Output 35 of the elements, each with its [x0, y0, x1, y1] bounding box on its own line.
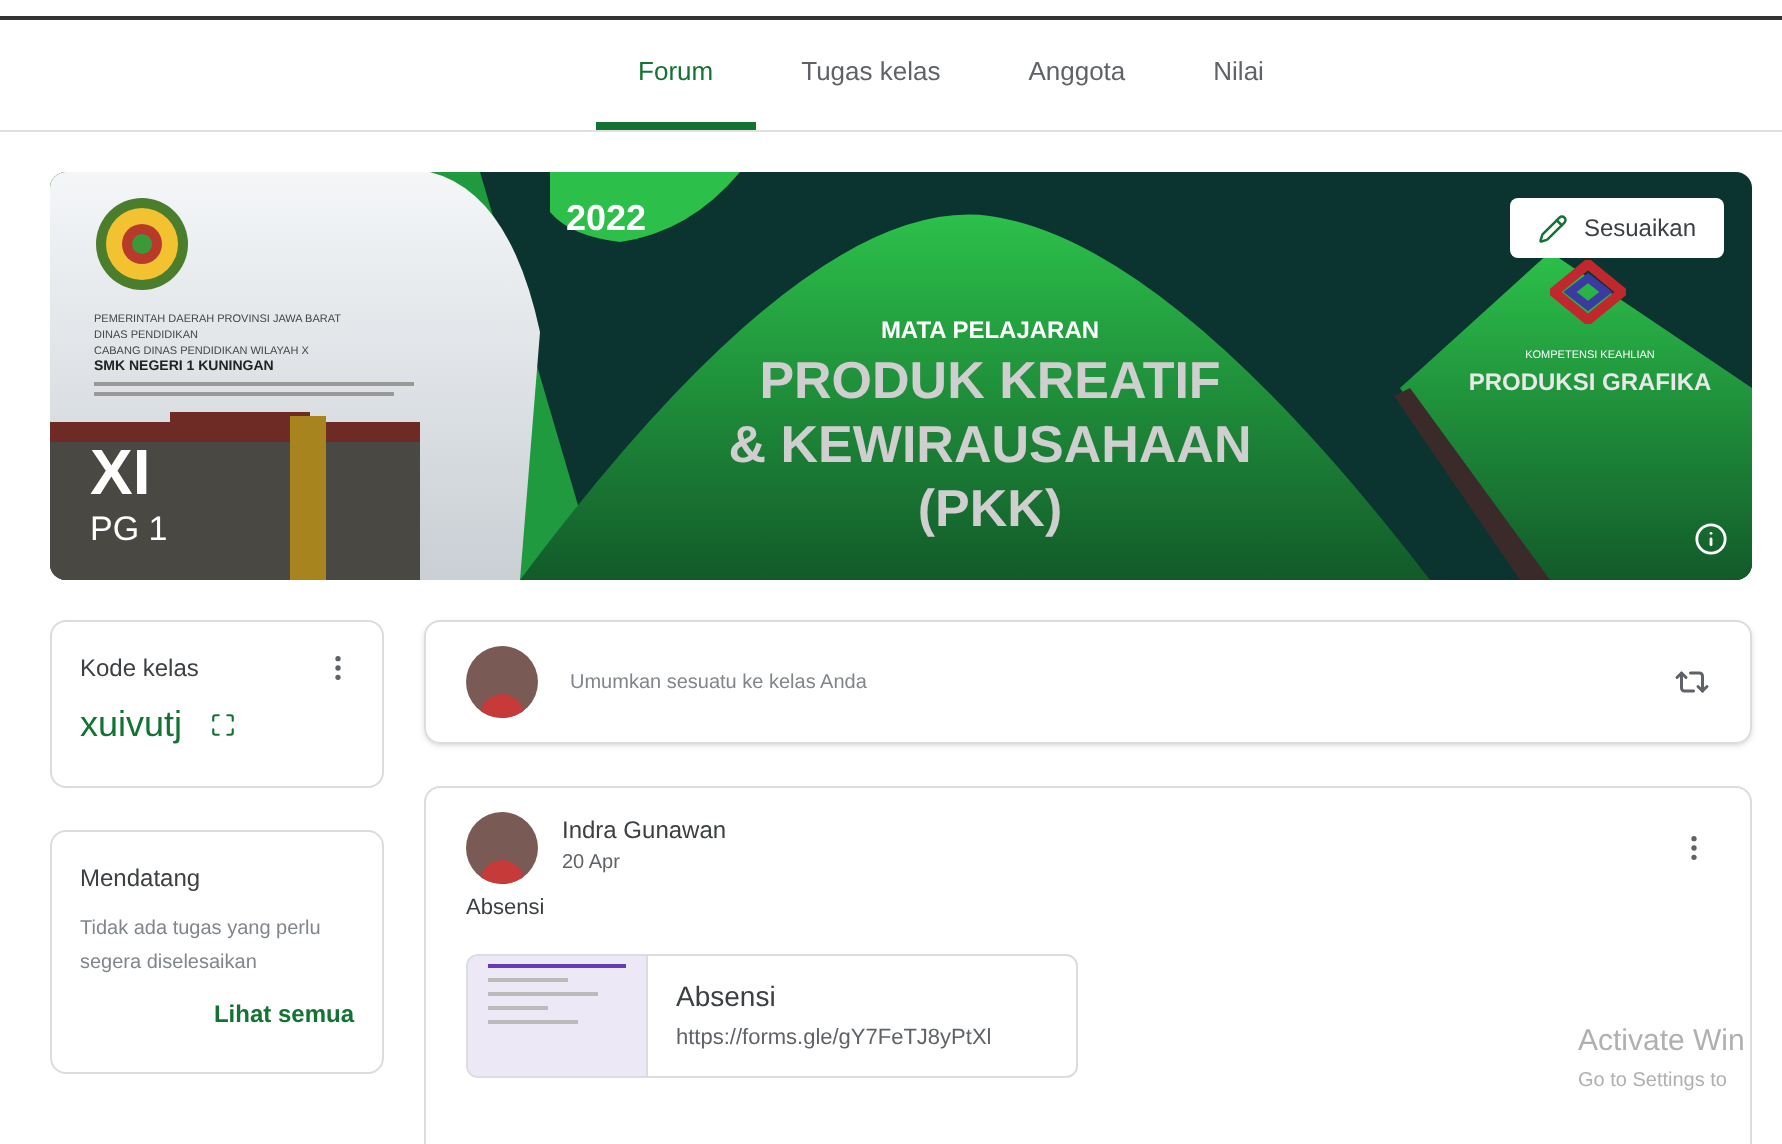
post-author: Indra Gunawan [562, 814, 729, 848]
emblem-icon [94, 196, 190, 292]
nav-tab[interactable]: Anggota [986, 20, 1168, 130]
customize-button[interactable]: Sesuaikan [1509, 198, 1724, 258]
upcoming-message: Tidak ada tugas yang perlu segera diselesaikan [80, 916, 323, 978]
activation-notice-title: Activate Win [1578, 1022, 1745, 1062]
fullscreen-icon[interactable] [210, 712, 237, 738]
subject-title-line: (PKK) [917, 476, 1063, 540]
subject-title-line: & KEWIRAUSAHAAN [728, 412, 1252, 476]
competency-name: PRODUKSI GRAFIKA [1468, 366, 1712, 401]
attachment-title: Absensi [676, 977, 778, 1016]
info-icon[interactable] [1694, 522, 1728, 556]
upcoming-title: Mendatang [80, 862, 203, 896]
class-section: PG 1 [90, 512, 168, 546]
attachment-card[interactable]: Absensi https://forms.gle/gY7FeTJ8yPtXl [466, 953, 1078, 1077]
view-all-link[interactable]: Lihat semua [213, 996, 354, 1032]
announce-card[interactable]: Umumkan sesuatu ke kelas Anda [424, 620, 1752, 744]
post-date: 20 Apr [562, 850, 622, 878]
class-name: XI [90, 440, 151, 504]
post-text: Absensi [464, 894, 547, 924]
logo-icon [1550, 260, 1626, 324]
class-code-label: Kode kelas [80, 652, 199, 686]
pencil-icon [1537, 213, 1568, 243]
attachment-url: https://forms.gle/gY7FeTJ8yPtXl [676, 1023, 992, 1054]
avatar [466, 646, 538, 718]
nav-tab[interactable]: Tugas kelas [759, 20, 983, 130]
class-code: xuivutj [80, 702, 183, 748]
avatar [466, 812, 538, 884]
activation-notice-text: Go to Settings to [1578, 1067, 1729, 1095]
nav-tab[interactable]: Nilai [1171, 20, 1306, 130]
announce-placeholder: Umumkan sesuatu ke kelas Anda [570, 669, 869, 697]
subject-label: MATA PELAJARAN [880, 314, 1100, 348]
nav-tab[interactable]: Forum [596, 20, 756, 130]
subject-title-line: PRODUK KREATIF [759, 348, 1221, 412]
banner-year: 2022 [566, 196, 647, 242]
